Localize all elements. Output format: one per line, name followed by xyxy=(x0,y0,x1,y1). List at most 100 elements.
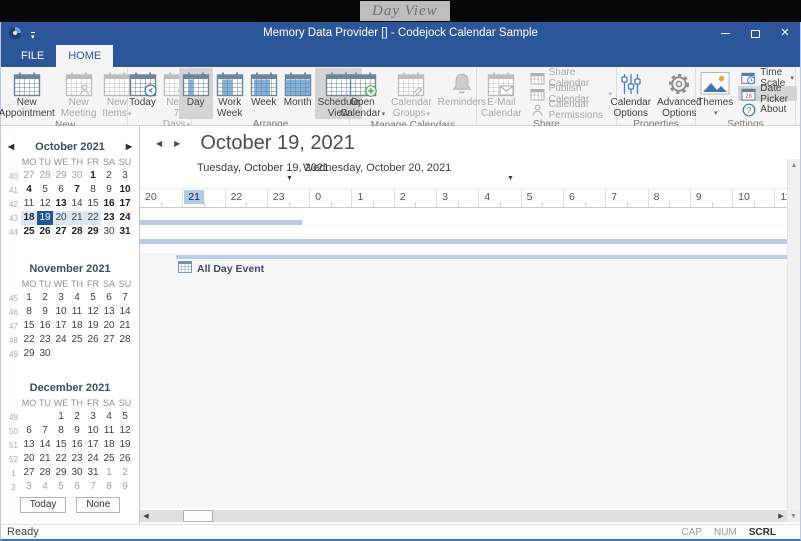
ruler-hour-cell[interactable]: 8 xyxy=(648,189,690,207)
mini-calendar-day[interactable]: 12 xyxy=(85,305,101,319)
mini-calendar-day[interactable]: 19 xyxy=(37,211,53,225)
mini-calendar-day[interactable]: 20 xyxy=(101,319,117,333)
mini-calendar-day[interactable]: 30 xyxy=(37,347,53,361)
view-week-button[interactable]: Week xyxy=(247,68,281,119)
mini-calendar-day[interactable]: 28 xyxy=(117,333,133,347)
mini-calendar-day[interactable]: 5 xyxy=(53,480,69,494)
today-picker-button[interactable]: Today xyxy=(20,497,67,513)
ruler-hour-cell[interactable]: 21 xyxy=(182,189,224,207)
mini-calendar-day[interactable]: 20 xyxy=(53,211,69,225)
mini-calendar-day[interactable]: 2 xyxy=(37,291,53,305)
mini-calendar-day[interactable]: 4 xyxy=(69,291,85,305)
mini-calendar-day[interactable]: 4 xyxy=(21,183,37,197)
mini-calendar-day[interactable]: 30 xyxy=(69,466,85,480)
all-day-event-row[interactable]: All Day Event xyxy=(178,261,264,276)
ruler-hour-cell[interactable]: 10 xyxy=(732,189,774,207)
ruler-hour-cell[interactable]: 22 xyxy=(225,189,267,207)
mini-calendar-day[interactable]: 3 xyxy=(117,169,133,183)
mini-calendar-day[interactable]: 23 xyxy=(37,333,53,347)
ruler-hour-cell[interactable]: 1 xyxy=(351,189,393,207)
mini-calendar-day[interactable]: 9 xyxy=(37,305,53,319)
mini-calendar-day[interactable]: 23 xyxy=(69,452,85,466)
mini-calendar-day[interactable]: 20 xyxy=(21,452,37,466)
view-day-button[interactable]: Day xyxy=(179,68,213,119)
horizontal-scrollbar[interactable]: ◀ ▶ xyxy=(140,510,787,522)
mini-calendar-day[interactable]: 2 xyxy=(117,466,133,480)
today-button[interactable]: Today xyxy=(126,68,160,131)
mini-calendar-day[interactable]: 13 xyxy=(21,438,37,452)
about-button[interactable]: ? About xyxy=(738,102,797,117)
ruler-hour-cell[interactable]: 2 xyxy=(394,189,436,207)
mini-calendar-day[interactable]: 29 xyxy=(53,466,69,480)
mini-calendar-day[interactable]: 1 xyxy=(85,169,101,183)
mini-calendar-day[interactable]: 22 xyxy=(53,452,69,466)
close-button[interactable]: ✕ xyxy=(770,22,800,45)
mini-calendar-day[interactable]: 14 xyxy=(37,438,53,452)
mini-calendar-day[interactable]: 7 xyxy=(117,291,133,305)
mini-calendar-day[interactable]: 28 xyxy=(69,225,85,239)
mini-calendar-day[interactable]: 13 xyxy=(53,197,69,211)
mini-calendar-day[interactable]: 22 xyxy=(85,211,101,225)
mini-calendar-day[interactable]: 15 xyxy=(21,319,37,333)
mini-calendar-day[interactable]: 26 xyxy=(37,225,53,239)
mini-calendar-day[interactable]: 6 xyxy=(21,424,37,438)
mini-calendar-day[interactable]: 10 xyxy=(85,424,101,438)
mini-calendar-day[interactable]: 15 xyxy=(53,438,69,452)
mini-calendar-day[interactable]: 3 xyxy=(21,480,37,494)
mini-calendar-day[interactable]: 7 xyxy=(69,183,85,197)
mini-calendar-day[interactable]: 18 xyxy=(69,319,85,333)
mini-calendar-day[interactable]: 8 xyxy=(53,424,69,438)
ruler-hour-cell[interactable]: 23 xyxy=(267,189,309,207)
scroll-right-arrow-icon[interactable]: ▶ xyxy=(775,510,787,522)
mini-calendar-day[interactable]: 8 xyxy=(21,305,37,319)
mini-calendar-day[interactable]: 26 xyxy=(117,452,133,466)
mini-calendar-day[interactable]: 2 xyxy=(101,169,117,183)
mini-calendar-day[interactable]: 18 xyxy=(101,438,117,452)
mini-calendar-day[interactable]: 24 xyxy=(117,211,133,225)
expand-day-arrow-icon[interactable]: ▼ xyxy=(507,175,514,182)
next-date-button[interactable]: ▶ xyxy=(172,139,182,148)
mini-calendar-day[interactable]: 2 xyxy=(69,410,85,424)
new-meeting-button[interactable]: NewMeeting xyxy=(58,68,100,120)
mini-calendar-day[interactable]: 15 xyxy=(85,197,101,211)
expand-day-arrow-icon[interactable]: ▼ xyxy=(286,175,293,182)
mini-calendar-day[interactable]: 14 xyxy=(117,305,133,319)
mini-calendar-day[interactable]: 3 xyxy=(85,410,101,424)
mini-calendar-day[interactable]: 21 xyxy=(117,319,133,333)
mini-calendar-day[interactable]: 11 xyxy=(69,305,85,319)
open-calendar-button[interactable]: Open Calendar▾ xyxy=(337,68,388,120)
mini-calendar-day[interactable]: 7 xyxy=(37,424,53,438)
scroll-down-arrow-icon[interactable]: ▼ xyxy=(787,510,800,522)
mini-calendar-day[interactable]: 11 xyxy=(21,197,37,211)
next-month-arrow-icon[interactable]: ▶ xyxy=(126,142,132,151)
mini-calendar-day[interactable]: 25 xyxy=(21,225,37,239)
mini-calendar-day[interactable]: 16 xyxy=(69,438,85,452)
mini-calendar-day[interactable]: 27 xyxy=(53,225,69,239)
mini-calendar-day[interactable]: 16 xyxy=(101,197,117,211)
mini-calendar-day[interactable]: 26 xyxy=(85,333,101,347)
mini-calendar-day[interactable]: 24 xyxy=(53,333,69,347)
ruler-hour-cell[interactable]: 7 xyxy=(605,189,647,207)
mini-calendar-day[interactable]: 23 xyxy=(101,211,117,225)
mini-calendar-day[interactable]: 1 xyxy=(53,410,69,424)
mini-calendar-day[interactable]: 27 xyxy=(21,169,37,183)
tab-file[interactable]: FILE xyxy=(9,45,56,67)
mini-calendar-day[interactable]: 29 xyxy=(85,225,101,239)
calendar-options-button[interactable]: CalendarOptions xyxy=(607,68,654,119)
email-calendar-button[interactable]: E-MailCalendar xyxy=(478,68,525,119)
mini-calendar-day[interactable]: 25 xyxy=(101,452,117,466)
mini-calendar-day[interactable]: 17 xyxy=(53,319,69,333)
mini-calendar-day[interactable]: 27 xyxy=(21,466,37,480)
prev-date-button[interactable]: ◀ xyxy=(154,139,164,148)
mini-calendar-day[interactable]: 21 xyxy=(37,452,53,466)
view-work-week-button[interactable]: WorkWeek xyxy=(213,68,247,119)
themes-button[interactable]: Themes ▾ xyxy=(694,68,736,119)
mini-calendar-day[interactable]: 4 xyxy=(37,480,53,494)
mini-calendar-day[interactable]: 29 xyxy=(53,169,69,183)
mini-calendar-day[interactable]: 11 xyxy=(101,424,117,438)
mini-calendar-day[interactable]: 27 xyxy=(101,333,117,347)
mini-calendar-day[interactable]: 31 xyxy=(117,225,133,239)
tab-home[interactable]: HOME xyxy=(56,45,113,67)
mini-calendar-day[interactable]: 29 xyxy=(21,347,37,361)
mini-calendar-day[interactable]: 10 xyxy=(53,305,69,319)
